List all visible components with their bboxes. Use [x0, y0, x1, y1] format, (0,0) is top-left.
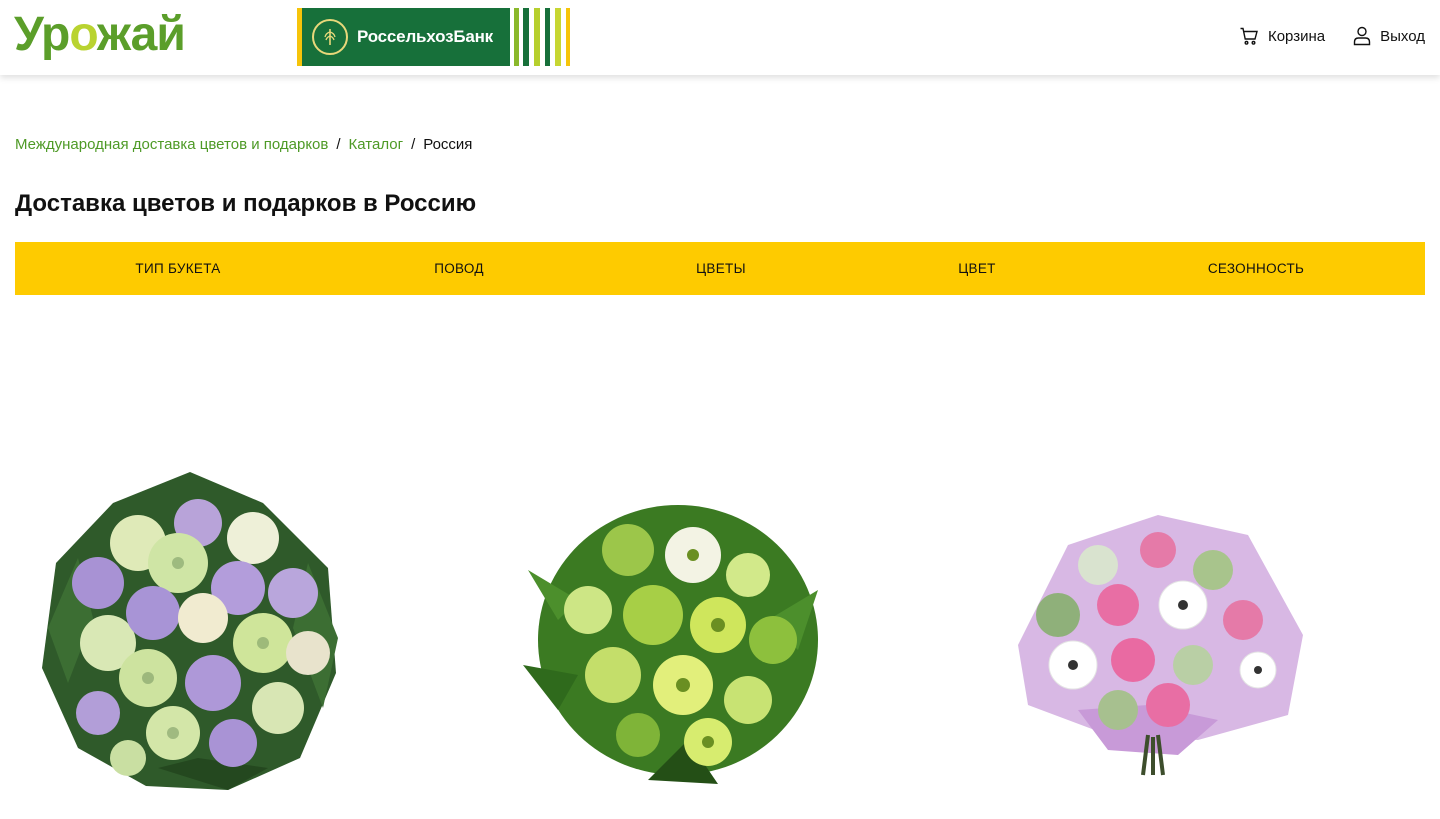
logout-label: Выход	[1380, 27, 1425, 45]
user-icon	[1353, 26, 1371, 46]
site-logo[interactable]: Урожай	[14, 6, 186, 64]
bank-emblem-icon	[312, 19, 348, 55]
logout-link[interactable]: Выход	[1353, 26, 1425, 46]
filter-occasion[interactable]: ПОВОД	[434, 242, 484, 295]
filter-seasonality[interactable]: СЕЗОННОСТЬ	[1208, 242, 1304, 295]
site-header: Урожай РоссельхозБанк Корзина Выход	[0, 0, 1440, 75]
product-card[interactable]	[998, 505, 1310, 780]
cart-icon	[1240, 27, 1258, 45]
breadcrumb: Международная доставка цветов и подарков…	[15, 136, 472, 153]
bank-name: РоссельхозБанк	[357, 27, 493, 46]
filter-color[interactable]: ЦВЕТ	[958, 242, 995, 295]
bank-stripes	[510, 8, 578, 66]
breadcrumb-separator: /	[336, 136, 341, 153]
product-image	[42, 472, 338, 790]
cart-label: Корзина	[1267, 27, 1326, 45]
filter-flowers[interactable]: ЦВЕТЫ	[696, 242, 746, 295]
product-image	[1018, 515, 1303, 776]
breadcrumb-link-catalog[interactable]: Каталог	[349, 136, 404, 153]
cart-link[interactable]: Корзина	[1239, 26, 1325, 46]
bank-banner[interactable]: РоссельхозБанк	[297, 8, 578, 66]
filter-bouquet-type[interactable]: ТИП БУКЕТА	[135, 242, 220, 295]
breadcrumb-current: Россия	[423, 136, 473, 153]
page-title: Доставка цветов и подарков в Россию	[15, 190, 477, 217]
product-card[interactable]	[518, 480, 834, 786]
breadcrumb-separator: /	[411, 136, 416, 153]
breadcrumb-link-home[interactable]: Международная доставка цветов и подарков	[15, 136, 328, 153]
filter-bar: ТИП БУКЕТА ПОВОД ЦВЕТЫ ЦВЕТ СЕЗОННОСТЬ	[15, 242, 1425, 295]
product-card[interactable]	[38, 468, 342, 794]
product-image	[523, 505, 818, 784]
bank-logo: РоссельхозБанк	[297, 8, 510, 66]
